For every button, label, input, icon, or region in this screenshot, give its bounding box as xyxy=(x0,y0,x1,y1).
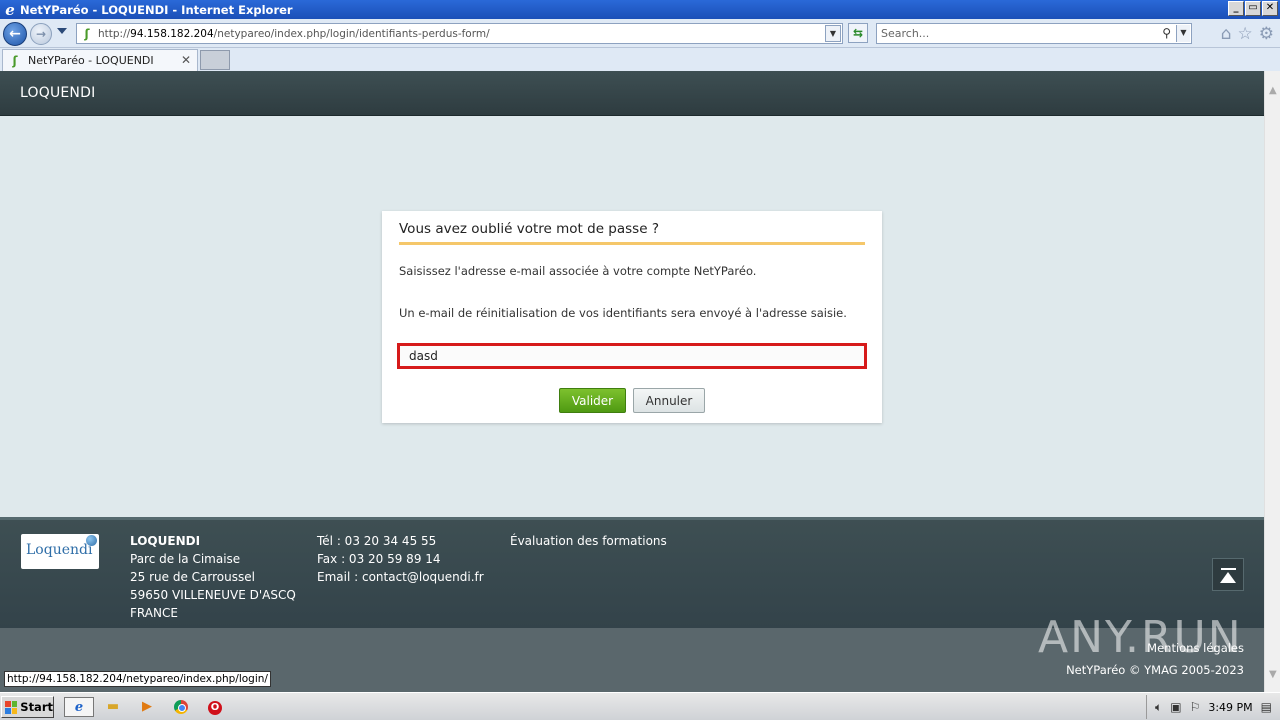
window-title: NetYParéo - LOQUENDI - Internet Explorer xyxy=(20,2,293,17)
contact-fax: Fax : 03 20 59 89 14 xyxy=(317,552,441,566)
address-dropdown-icon[interactable]: ▼ xyxy=(825,25,841,42)
tab-bar: ʃ NetYParéo - LOQUENDI ✕ xyxy=(0,48,1280,71)
home-icon[interactable]: ⌂ xyxy=(1221,25,1232,43)
taskbar-opera-icon[interactable]: O xyxy=(204,697,226,717)
minimize-button[interactable]: _ xyxy=(1228,1,1244,16)
anyrun-watermark: ANY.RUN xyxy=(1038,612,1243,663)
history-dropdown-icon[interactable] xyxy=(57,28,67,34)
address-line: FRANCE xyxy=(130,606,178,620)
clock[interactable]: 3:49 PM xyxy=(1208,701,1252,714)
web-page: LOQUENDI Vous avez oublié votre mot de p… xyxy=(0,71,1264,692)
forward-button[interactable]: → xyxy=(30,23,52,45)
evaluation-link[interactable]: Évaluation des formations xyxy=(510,532,667,550)
close-window-button[interactable]: ✕ xyxy=(1262,1,1278,16)
copyright-text: NetYParéo © YMAG 2005-2023 xyxy=(1066,663,1244,677)
favorites-star-icon[interactable]: ☆ xyxy=(1238,25,1253,43)
taskbar-media-player-icon[interactable]: ▶ xyxy=(136,697,158,717)
back-button[interactable]: ← xyxy=(3,22,27,46)
cancel-button[interactable]: Annuler xyxy=(633,388,705,413)
volume-icon[interactable]: 🔈︎ xyxy=(1155,700,1162,715)
form-info: Un e-mail de réinitialisation de vos ide… xyxy=(399,306,847,320)
scroll-up-icon[interactable]: ▲ xyxy=(1269,85,1277,96)
compat-refresh-button[interactable]: ⇆ xyxy=(848,23,868,43)
footer-contact: Tél : 03 20 34 45 55 Fax : 03 20 59 89 1… xyxy=(317,532,484,586)
tab-favicon-icon: ʃ xyxy=(12,53,18,68)
scroll-down-icon[interactable]: ▼ xyxy=(1269,669,1277,680)
navigation-bar: ← → ʃ http://94.158.182.204/netypareo/in… xyxy=(0,19,1280,48)
network-icon[interactable]: ▣ xyxy=(1170,700,1181,714)
windows-taskbar: Start e ▬ ▶ O 🔈︎ ▣ ⚐ 3:49 PM ▤ xyxy=(0,692,1280,720)
taskbar-folder-icon[interactable]: ▬ xyxy=(102,697,124,717)
new-tab-button[interactable] xyxy=(200,50,230,70)
search-icon[interactable]: ⚲ xyxy=(1162,24,1171,43)
browser-toolbar-icons: ⌂ ☆ ⚙ xyxy=(1221,25,1274,43)
window-titlebar: e NetYParéo - LOQUENDI - Internet Explor… xyxy=(0,0,1280,19)
footer-links: Évaluation des formations xyxy=(510,532,667,550)
page-scrollbar[interactable]: ▲ ▼ xyxy=(1264,71,1280,692)
tab-netypareo[interactable]: ʃ NetYParéo - LOQUENDI ✕ xyxy=(2,49,198,71)
url-prefix: http:// xyxy=(98,27,131,40)
ie-logo-icon: e xyxy=(5,0,15,19)
back-to-top-icon xyxy=(1221,568,1236,570)
window-controls: _ ▭ ✕ xyxy=(1228,1,1278,16)
arrow-right-icon: → xyxy=(35,27,47,41)
title-underline xyxy=(399,242,865,245)
page-favicon-icon: ʃ xyxy=(84,26,90,41)
status-bar-url: http://94.158.182.204/netypareo/index.ph… xyxy=(4,671,271,687)
tab-close-icon[interactable]: ✕ xyxy=(181,53,191,67)
refresh-icon: ⇆ xyxy=(852,26,864,40)
address-line: Parc de la Cimaise xyxy=(130,552,241,566)
url-host: 94.158.182.204 xyxy=(130,27,214,40)
forgot-password-card: Vous avez oublié votre mot de passe ? Sa… xyxy=(382,211,882,423)
email-field[interactable] xyxy=(397,343,867,369)
address-line: 59650 VILLENEUVE D'ASCQ xyxy=(130,588,296,602)
loquendi-logo[interactable]: Loquendi xyxy=(21,534,99,569)
address-bar[interactable]: ʃ http://94.158.182.204/netypareo/index.… xyxy=(76,23,843,44)
footer-address: LOQUENDI Parc de la Cimaise 25 rue de Ca… xyxy=(130,532,296,622)
url-path: /netypareo/index.php/login/identifiants-… xyxy=(213,27,490,40)
start-button[interactable]: Start xyxy=(1,696,54,718)
search-input[interactable]: Search... ⚲ ▼ xyxy=(876,23,1192,44)
tab-title: NetYParéo - LOQUENDI xyxy=(28,54,154,67)
address-line: 25 rue de Carroussel xyxy=(130,570,255,584)
submit-button[interactable]: Valider xyxy=(559,388,626,413)
windows-flag-icon xyxy=(5,700,18,714)
contact-email[interactable]: Email : contact@loquendi.fr xyxy=(317,568,484,586)
show-desktop-icon[interactable]: ▤ xyxy=(1261,700,1272,714)
contact-tel: Tél : 03 20 34 45 55 xyxy=(317,534,437,548)
arrow-left-icon: ← xyxy=(9,26,21,42)
form-title: Vous avez oublié votre mot de passe ? xyxy=(399,221,659,237)
logo-text: Loquendi xyxy=(26,542,93,558)
action-center-flag-icon[interactable]: ⚐ xyxy=(1190,700,1201,714)
restore-button[interactable]: ▭ xyxy=(1245,1,1261,16)
site-brand[interactable]: LOQUENDI xyxy=(20,85,95,101)
company-name: LOQUENDI xyxy=(130,534,201,548)
form-instruction: Saisissez l'adresse e-mail associée à vo… xyxy=(399,264,757,278)
search-placeholder: Search... xyxy=(881,27,930,40)
gear-icon[interactable]: ⚙ xyxy=(1259,25,1274,43)
taskbar-chrome-icon[interactable] xyxy=(170,697,192,717)
search-dropdown-icon[interactable]: ▼ xyxy=(1176,25,1190,42)
taskbar-ie-icon[interactable]: e xyxy=(64,697,94,717)
system-tray: 🔈︎ ▣ ⚐ 3:49 PM ▤ xyxy=(1146,695,1280,719)
globe-icon xyxy=(86,535,97,546)
start-label: Start xyxy=(20,700,53,714)
back-to-top-button[interactable] xyxy=(1212,558,1244,591)
site-header: LOQUENDI xyxy=(0,71,1264,116)
